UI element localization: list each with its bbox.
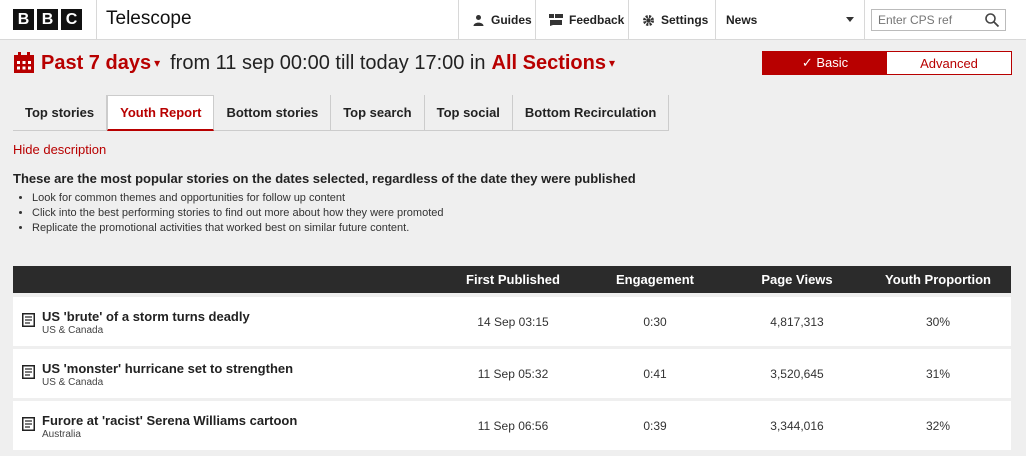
article-icon: [22, 313, 35, 327]
page-views-value: 3,344,016: [770, 419, 824, 433]
tab-bottom-recirculation[interactable]: Bottom Recirculation: [512, 95, 670, 131]
story-title[interactable]: Furore at 'racist' Serena Williams carto…: [42, 413, 297, 428]
story-section: Australia: [42, 429, 81, 440]
tab-youth-report[interactable]: Youth Report: [107, 95, 215, 131]
page-views-value: 3,520,645: [770, 367, 824, 381]
bbc-logo[interactable]: B B C: [13, 9, 82, 30]
period-dropdown[interactable]: Past 7 days: [41, 52, 151, 75]
tab-top-social[interactable]: Top social: [424, 95, 513, 131]
calendar-icon: [14, 52, 34, 73]
table-row[interactable]: US 'monster' hurricane set to strengthen…: [13, 349, 1011, 398]
report-tabs: Top stories Youth Report Bottom stories …: [13, 95, 670, 131]
report-heading: Past 7 days ▾ from 11 sep 00:00 till tod…: [13, 50, 625, 76]
engagement-value: 0:41: [643, 367, 667, 381]
story-section: US & Canada: [42, 377, 104, 388]
first-published-value: 14 Sep 03:15: [477, 315, 549, 329]
column-page-views[interactable]: Page Views: [737, 272, 857, 287]
first-published-value: 11 Sep 06:56: [477, 419, 549, 433]
tab-top-stories[interactable]: Top stories: [13, 95, 108, 131]
youth-proportion-value: 32%: [925, 419, 951, 433]
advanced-mode-button[interactable]: Advanced: [887, 52, 1011, 74]
engagement-value: 0:30: [643, 315, 667, 329]
top-bar: B B C Telescope Guides Feedback Settings…: [0, 0, 1026, 40]
story-title[interactable]: US 'monster' hurricane set to strengthen: [42, 361, 293, 376]
gear-icon: [643, 14, 654, 26]
engagement-value: 0:39: [643, 419, 667, 433]
sections-dropdown[interactable]: All Sections: [492, 52, 606, 75]
table-header: First Published Engagement Page Views Yo…: [13, 266, 1011, 293]
app-title[interactable]: Telescope: [106, 8, 192, 30]
story-title[interactable]: US 'brute' of a storm turns deadly: [42, 309, 250, 324]
basic-mode-button[interactable]: ✓ Basic: [763, 52, 887, 74]
story-section: US & Canada: [42, 325, 104, 336]
column-first-published[interactable]: First Published: [453, 272, 573, 287]
table-row[interactable]: Furore at 'racist' Serena Williams carto…: [13, 401, 1011, 450]
mode-toggle: ✓ Basic Advanced: [762, 51, 1012, 75]
settings-button[interactable]: Settings: [628, 0, 715, 40]
tab-bottom-stories[interactable]: Bottom stories: [214, 95, 332, 131]
description-title: These are the most popular stories on th…: [13, 171, 636, 186]
news-select-value: News: [726, 13, 758, 27]
table-row[interactable]: US 'brute' of a storm turns deadly US & …: [13, 297, 1011, 346]
chevron-down-icon[interactable]: ▾: [609, 56, 615, 70]
column-engagement[interactable]: Engagement: [595, 272, 715, 287]
search-icon[interactable]: [984, 12, 1000, 28]
logo-letter: B: [37, 9, 58, 30]
tab-top-search[interactable]: Top search: [331, 95, 425, 131]
list-item: Look for common themes and opportunities…: [32, 191, 444, 206]
news-select[interactable]: News: [715, 0, 865, 40]
column-youth-proportion[interactable]: Youth Proportion: [878, 272, 998, 287]
feedback-button[interactable]: Feedback: [535, 0, 628, 40]
guides-label: Guides: [491, 13, 532, 27]
feedback-label: Feedback: [569, 13, 625, 27]
page-views-value: 4,817,313: [770, 315, 824, 329]
people-icon: [473, 14, 484, 26]
list-item: Replicate the promotional activities tha…: [32, 221, 444, 236]
chevron-down-icon: [846, 17, 854, 22]
article-icon: [22, 417, 35, 431]
settings-label: Settings: [661, 13, 709, 27]
date-range-text: from 11 sep 00:00 till today 17:00 in: [170, 51, 486, 74]
logo-letter: B: [13, 9, 34, 30]
hide-description-link[interactable]: Hide description: [13, 142, 106, 157]
guides-button[interactable]: Guides: [458, 0, 535, 40]
chevron-down-icon[interactable]: ▾: [154, 56, 160, 70]
description-list: Look for common themes and opportunities…: [32, 191, 444, 236]
youth-proportion-value: 30%: [925, 315, 951, 329]
article-icon: [22, 365, 35, 379]
feedback-icon: [549, 14, 563, 26]
divider: [96, 0, 97, 40]
first-published-value: 11 Sep 05:32: [477, 367, 549, 381]
list-item: Click into the best performing stories t…: [32, 206, 444, 221]
logo-letter: C: [61, 9, 82, 30]
youth-proportion-value: 31%: [925, 367, 951, 381]
